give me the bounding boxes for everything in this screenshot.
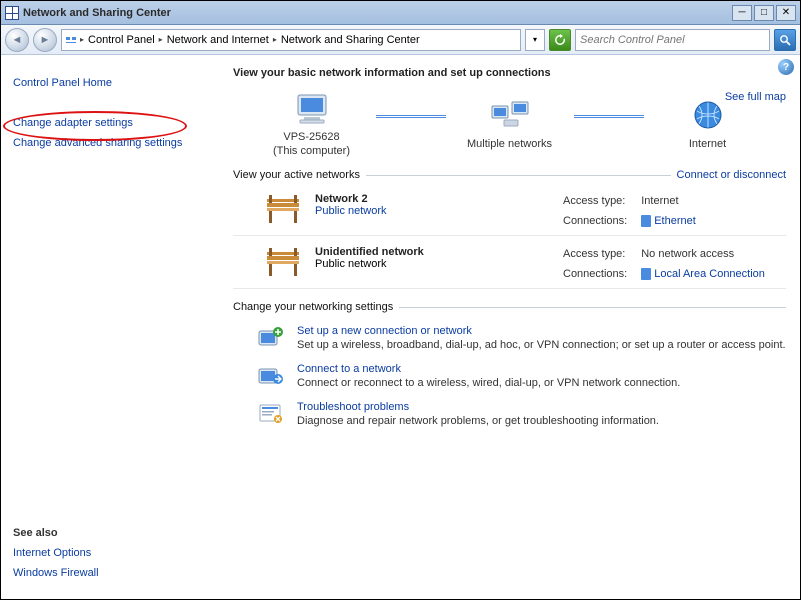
network-name: Network 2: [315, 193, 387, 205]
action-title-link[interactable]: Troubleshoot problems: [297, 401, 659, 413]
nav-bar: ◄ ► ▸ Control Panel ▸ Network and Intern…: [1, 25, 800, 55]
change-settings-heading: Change your networking settings: [233, 301, 393, 313]
map-internet-label: Internet: [689, 138, 726, 150]
breadcrumb-root-icon[interactable]: [64, 31, 78, 49]
forward-button[interactable]: ►: [33, 28, 57, 52]
address-bar[interactable]: ▸ Control Panel ▸ Network and Internet ▸…: [61, 29, 521, 51]
network-card: Network 2 Public network Access type: In…: [233, 187, 786, 236]
breadcrumb-sep-icon[interactable]: ▸: [271, 35, 279, 44]
network-card: Unidentified network Public network Acce…: [233, 240, 786, 289]
breadcrumb-item[interactable]: Control Panel: [86, 34, 157, 46]
connect-disconnect-link[interactable]: Connect or disconnect: [677, 169, 786, 181]
connection-link[interactable]: Ethernet: [654, 215, 696, 227]
access-type-label: Access type:: [563, 195, 627, 207]
change-advanced-sharing-link[interactable]: Change advanced sharing settings: [13, 137, 207, 149]
change-adapter-settings-link[interactable]: Change adapter settings: [13, 117, 207, 129]
ethernet-plug-icon: [641, 215, 651, 227]
connections-label: Connections:: [563, 215, 627, 227]
computer-icon: [290, 91, 334, 129]
action-description: Diagnose and repair network problems, or…: [297, 415, 659, 427]
page-heading: View your basic network information and …: [233, 67, 786, 79]
connections-label: Connections:: [563, 268, 627, 280]
map-this-computer-name: VPS-25628: [283, 131, 339, 143]
action-item: Connect to a network Connect or reconnec…: [233, 357, 786, 395]
action-item: Set up a new connection or network Set u…: [233, 319, 786, 357]
network-map: VPS-25628 (This computer) Multiple netwo…: [233, 91, 786, 157]
network-group-icon: [488, 98, 532, 136]
map-connector-line: [376, 115, 446, 118]
see-also-section: See also Internet Options Windows Firewa…: [13, 527, 99, 587]
access-type-label: Access type:: [563, 248, 627, 260]
map-middle-label: Multiple networks: [467, 138, 552, 150]
search-button[interactable]: [774, 29, 796, 51]
back-button[interactable]: ◄: [5, 28, 29, 52]
network-type-label: Public network: [315, 258, 387, 270]
search-input[interactable]: [576, 34, 769, 46]
map-this-computer-sub: (This computer): [273, 145, 350, 157]
help-icon[interactable]: ?: [778, 59, 794, 75]
title-bar: Network and Sharing Center ─ □ ✕: [1, 1, 800, 25]
breadcrumb-sep-icon[interactable]: ▸: [157, 35, 165, 44]
breadcrumb-item[interactable]: Network and Sharing Center: [279, 34, 422, 46]
app-icon: [5, 6, 19, 20]
new-connection-icon: [257, 325, 285, 351]
action-item: Troubleshoot problems Diagnose and repai…: [233, 395, 786, 433]
ethernet-plug-icon: [641, 268, 651, 280]
sidebar: Control Panel Home Change adapter settin…: [1, 55, 219, 599]
control-panel-home-link[interactable]: Control Panel Home: [13, 77, 207, 89]
refresh-button[interactable]: [549, 29, 571, 51]
internet-globe-icon: [689, 98, 727, 136]
map-connector-line: [574, 115, 644, 118]
access-type-value: Internet: [641, 195, 696, 207]
maximize-button[interactable]: □: [754, 5, 774, 21]
troubleshoot-icon: [257, 401, 285, 427]
action-title-link[interactable]: Set up a new connection or network: [297, 325, 786, 337]
search-box[interactable]: [575, 29, 770, 51]
window-title: Network and Sharing Center: [23, 7, 171, 19]
minimize-button[interactable]: ─: [732, 5, 752, 21]
network-type-link[interactable]: Public network: [315, 205, 387, 217]
access-type-value: No network access: [641, 248, 765, 260]
see-also-heading: See also: [13, 527, 99, 539]
see-also-link[interactable]: Windows Firewall: [13, 567, 99, 579]
action-title-link[interactable]: Connect to a network: [297, 363, 680, 375]
main-content: ? View your basic network information an…: [219, 55, 800, 599]
active-networks-heading: View your active networks: [233, 169, 360, 181]
connection-link[interactable]: Local Area Connection: [654, 268, 765, 280]
network-name: Unidentified network: [315, 246, 424, 258]
breadcrumb-sep-icon[interactable]: ▸: [78, 35, 86, 44]
breadcrumb-item[interactable]: Network and Internet: [165, 34, 271, 46]
address-dropdown-button[interactable]: ▾: [525, 29, 545, 51]
bench-icon: [263, 193, 303, 229]
bench-icon: [263, 246, 303, 282]
close-button[interactable]: ✕: [776, 5, 796, 21]
see-also-link[interactable]: Internet Options: [13, 547, 99, 559]
connect-network-icon: [257, 363, 285, 389]
action-description: Connect or reconnect to a wireless, wire…: [297, 377, 680, 389]
action-description: Set up a wireless, broadband, dial-up, a…: [297, 339, 786, 351]
